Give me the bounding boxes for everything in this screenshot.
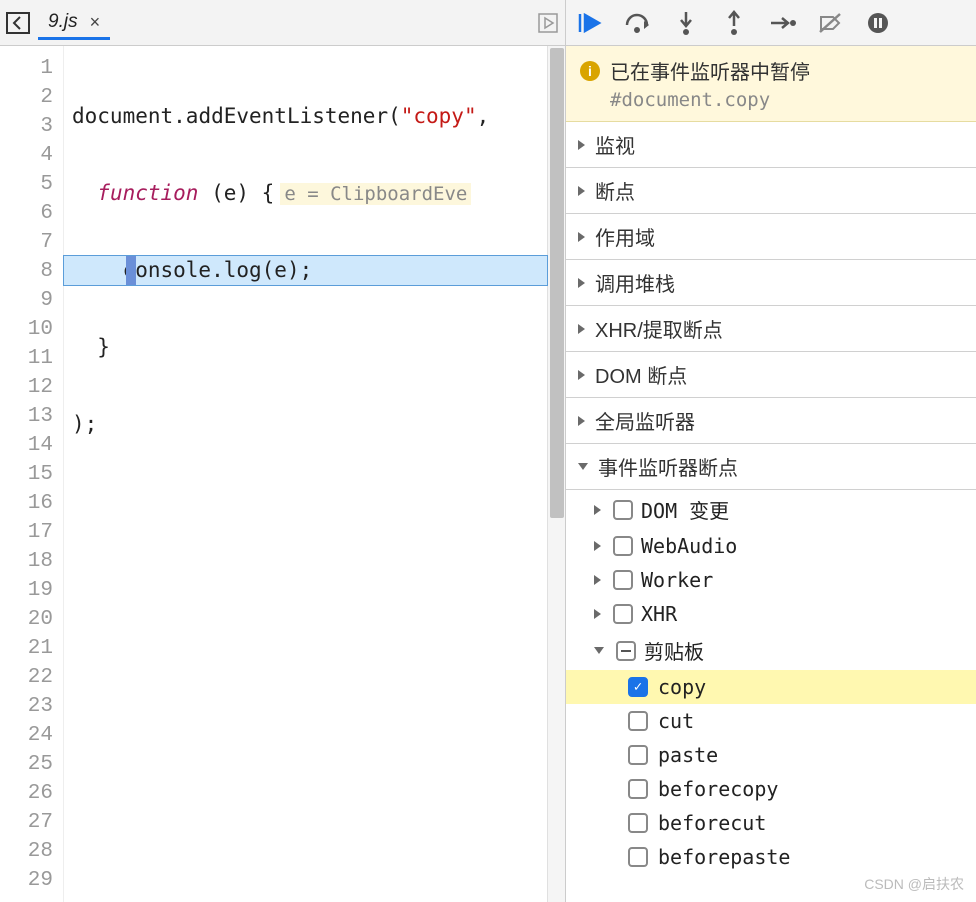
checkbox[interactable] bbox=[628, 847, 648, 867]
paused-detail: #document.copy bbox=[580, 85, 962, 111]
chevron-right-icon bbox=[578, 186, 585, 196]
chevron-right-icon bbox=[578, 416, 585, 426]
file-tab-label: 9.js bbox=[48, 11, 78, 33]
event-item-copy[interactable]: ✓copy bbox=[566, 670, 976, 704]
pause-exceptions-icon[interactable] bbox=[864, 9, 892, 37]
checkbox-indeterminate[interactable] bbox=[616, 641, 636, 661]
event-item-paste[interactable]: paste bbox=[566, 738, 976, 772]
scrollbar[interactable] bbox=[547, 46, 565, 902]
event-item-beforecopy[interactable]: beforecopy bbox=[566, 772, 976, 806]
editor-tabbar: 9.js × bbox=[0, 0, 565, 46]
event-category-webaudio[interactable]: WebAudio bbox=[566, 529, 976, 563]
panel-dom-breakpoints[interactable]: DOM 断点 bbox=[566, 352, 976, 398]
resume-icon[interactable] bbox=[576, 9, 604, 37]
step-over-icon[interactable] bbox=[624, 9, 652, 37]
checkbox[interactable] bbox=[628, 745, 648, 765]
panel-event-breakpoints[interactable]: 事件监听器断点 bbox=[566, 444, 976, 490]
checkbox[interactable] bbox=[628, 711, 648, 731]
chevron-right-icon bbox=[578, 232, 585, 242]
chevron-right-icon bbox=[594, 575, 601, 585]
checkbox[interactable] bbox=[613, 536, 633, 556]
line-gutter: 1234567891011121314151617181920212223242… bbox=[0, 46, 64, 902]
debug-toolbar bbox=[566, 0, 976, 46]
checkbox[interactable] bbox=[613, 570, 633, 590]
checkbox[interactable] bbox=[613, 500, 633, 520]
event-item-cut[interactable]: cut bbox=[566, 704, 976, 738]
event-category-clipboard[interactable]: 剪贴板 bbox=[566, 631, 976, 670]
event-category-worker[interactable]: Worker bbox=[566, 563, 976, 597]
checkbox[interactable] bbox=[628, 813, 648, 833]
step-into-icon[interactable] bbox=[672, 9, 700, 37]
chevron-down-icon bbox=[578, 463, 588, 470]
run-snippet-icon[interactable] bbox=[537, 12, 559, 34]
checkbox[interactable] bbox=[628, 779, 648, 799]
code-editor[interactable]: 1234567891011121314151617181920212223242… bbox=[0, 46, 565, 902]
chevron-right-icon bbox=[594, 505, 601, 515]
panel-xhr-breakpoints[interactable]: XHR/提取断点 bbox=[566, 306, 976, 352]
execution-cursor bbox=[126, 256, 136, 285]
checkbox[interactable] bbox=[613, 604, 633, 624]
inline-value-hint: e = ClipboardEve bbox=[280, 183, 471, 205]
panel-global-listeners[interactable]: 全局监听器 bbox=[566, 398, 976, 444]
step-icon[interactable] bbox=[768, 9, 796, 37]
event-listener-list: DOM 变更 WebAudio Worker XHR 剪贴板 ✓copy cut… bbox=[566, 490, 976, 874]
code-content[interactable]: document.addEventListener("copy", functi… bbox=[64, 46, 547, 902]
paused-message: 已在事件监听器中暂停 bbox=[610, 56, 810, 85]
deactivate-breakpoints-icon[interactable] bbox=[816, 9, 844, 37]
chevron-right-icon bbox=[578, 278, 585, 288]
event-item-beforepaste[interactable]: beforepaste bbox=[566, 840, 976, 874]
paused-banner: i 已在事件监听器中暂停 #document.copy bbox=[566, 46, 976, 122]
panel-collapse-icon[interactable] bbox=[6, 12, 30, 34]
chevron-down-icon bbox=[594, 647, 604, 654]
event-item-beforecut[interactable]: beforecut bbox=[566, 806, 976, 840]
source-panel: 9.js × 123456789101112131415161718192021… bbox=[0, 0, 566, 902]
chevron-right-icon bbox=[594, 541, 601, 551]
paused-line: console.log(e); bbox=[64, 256, 547, 285]
close-icon[interactable]: × bbox=[90, 12, 101, 33]
scrollbar-thumb[interactable] bbox=[550, 48, 564, 518]
chevron-right-icon bbox=[578, 370, 585, 380]
panel-callstack[interactable]: 调用堆栈 bbox=[566, 260, 976, 306]
panel-breakpoints[interactable]: 断点 bbox=[566, 168, 976, 214]
chevron-right-icon bbox=[578, 140, 585, 150]
debugger-panel: i 已在事件监听器中暂停 #document.copy 监视 断点 作用域 调用… bbox=[566, 0, 976, 902]
event-category-xhr[interactable]: XHR bbox=[566, 597, 976, 631]
panel-watch[interactable]: 监视 bbox=[566, 122, 976, 168]
step-out-icon[interactable] bbox=[720, 9, 748, 37]
chevron-right-icon bbox=[578, 324, 585, 334]
file-tab[interactable]: 9.js × bbox=[38, 5, 110, 40]
watermark: CSDN @启扶农 bbox=[864, 874, 964, 894]
checkbox-checked[interactable]: ✓ bbox=[628, 677, 648, 697]
panel-scope[interactable]: 作用域 bbox=[566, 214, 976, 260]
info-icon: i bbox=[580, 61, 600, 81]
event-category-dom[interactable]: DOM 变更 bbox=[566, 490, 976, 529]
chevron-right-icon bbox=[594, 609, 601, 619]
